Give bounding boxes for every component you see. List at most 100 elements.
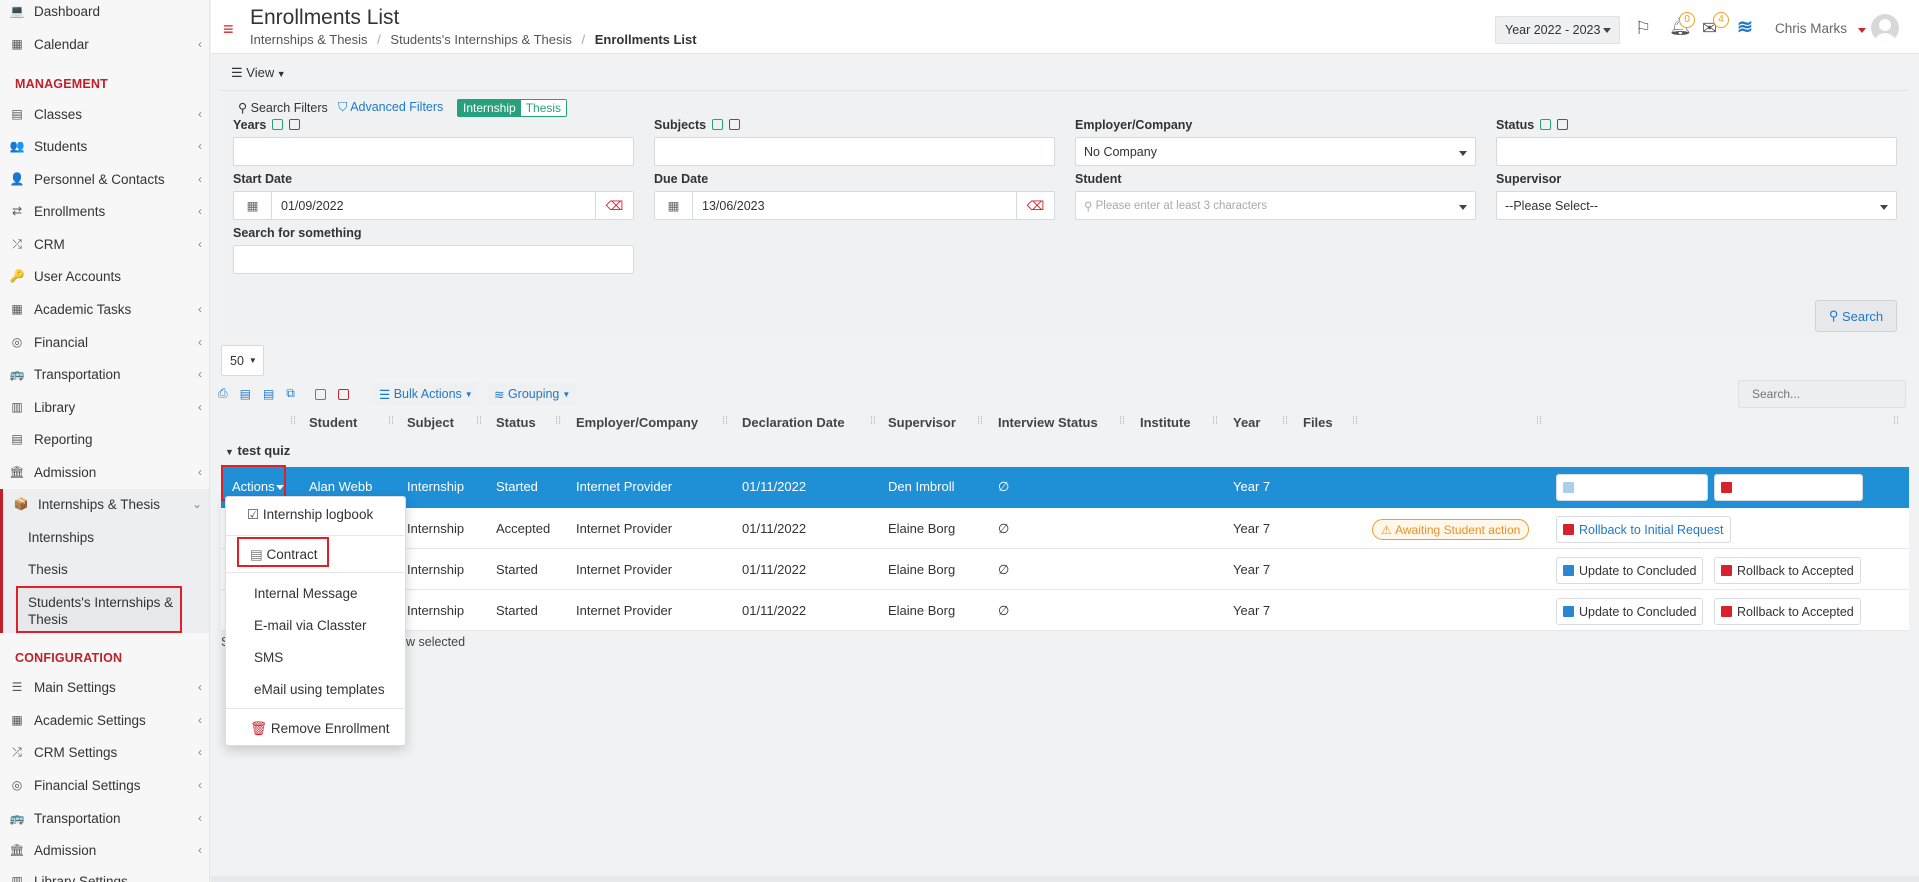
eraser-icon[interactable]: ⌫ xyxy=(1016,192,1054,219)
sidebar-item-classes[interactable]: ▤ Classes ‹ xyxy=(0,101,209,127)
grouping-button[interactable]: ≋ Grouping ▼ xyxy=(488,383,577,405)
rollback-accepted-button[interactable] xyxy=(1714,474,1863,501)
select-all-icon[interactable] xyxy=(314,389,326,400)
copy-icon[interactable]: ⧉ xyxy=(286,386,295,401)
sidebar-item-admission[interactable]: 🏛 Admission ‹ xyxy=(0,459,209,485)
bottom-scrollbar[interactable] xyxy=(211,876,1919,882)
sidebar-item-financial-settings[interactable]: ◎ Financial Settings ‹ xyxy=(0,772,209,798)
column-grip[interactable]: ⁞⁞ xyxy=(1536,415,1542,427)
sidebar-subitem-thesis[interactable]: Thesis xyxy=(28,562,68,577)
student-select[interactable]: ⚲ Please enter at least 3 characters xyxy=(1075,191,1476,220)
table-search-input[interactable] xyxy=(1738,380,1906,408)
sidebar-subitem-internships[interactable]: Internships xyxy=(28,530,94,545)
sidebar-item-user-accounts[interactable]: 🔑 User Accounts xyxy=(0,263,209,289)
column-grip[interactable]: ⁞⁞ xyxy=(1352,415,1358,427)
csv-icon[interactable]: ▤ xyxy=(240,387,251,401)
update-concluded-button[interactable] xyxy=(1556,474,1708,501)
print-icon[interactable]: ⎙ xyxy=(218,386,228,401)
layers-add-icon[interactable]: ≋ xyxy=(1737,16,1753,39)
avatar[interactable] xyxy=(1871,14,1899,42)
rollback-accepted-button[interactable]: Rollback to Accepted xyxy=(1714,557,1861,584)
column-employer[interactable]: Employer/Company xyxy=(576,415,698,430)
update-concluded-button[interactable]: Update to Concluded xyxy=(1556,598,1704,625)
sidebar-item-dashboard[interactable]: 💻 Dashboard xyxy=(0,0,209,24)
table-row[interactable]: Internship Accepted Internet Provider 01… xyxy=(221,508,1909,549)
rollback-accepted-button[interactable]: Rollback to Accepted xyxy=(1714,598,1861,625)
menu-item-remove-enrollment[interactable]: 🗑︎ Remove Enrollment xyxy=(250,721,389,737)
column-supervisor[interactable]: Supervisor xyxy=(888,415,956,430)
sidebar-item-financial[interactable]: ◎ Financial ‹ xyxy=(0,329,209,355)
search-button[interactable]: ⚲ Search xyxy=(1815,300,1897,332)
year-select[interactable]: Year 2022 - 2023 xyxy=(1495,16,1620,44)
group-header[interactable]: ▼ test quiz xyxy=(225,443,290,458)
toggle-internship[interactable]: Internship xyxy=(458,100,521,116)
clear-all-icon[interactable] xyxy=(1557,119,1569,130)
column-student[interactable]: Student xyxy=(309,415,357,430)
menu-item-email-classter[interactable]: E-mail via Classter xyxy=(254,618,367,633)
menu-item-internal-message[interactable]: Internal Message xyxy=(254,586,358,601)
flag-icon[interactable]: ⚐ xyxy=(1635,18,1651,39)
breadcrumb-item[interactable]: Students's Internships & Thesis xyxy=(390,32,571,47)
sidebar-item-reporting[interactable]: ▤ Reporting xyxy=(0,426,209,452)
menu-item-email-templates[interactable]: eMail using templates xyxy=(254,682,385,697)
column-grip[interactable]: ⁞⁞ xyxy=(388,415,394,427)
toggle-thesis[interactable]: Thesis xyxy=(520,100,567,116)
sidebar-item-academic-settings[interactable]: ▦ Academic Settings ‹ xyxy=(0,707,209,733)
sidebar-item-academic-tasks[interactable]: ▦ Academic Tasks ‹ xyxy=(0,296,209,322)
column-grip[interactable]: ⁞⁞ xyxy=(1893,415,1899,427)
bulk-actions-button[interactable]: ☰ Bulk Actions ▼ xyxy=(373,383,479,405)
column-declaration-date[interactable]: Declaration Date xyxy=(742,415,845,430)
sidebar-item-enrollments[interactable]: ⇄ Enrollments ‹ xyxy=(0,198,209,224)
column-grip[interactable]: ⁞⁞ xyxy=(476,415,482,427)
column-files[interactable]: Files xyxy=(1303,415,1333,430)
due-date-field[interactable]: ▦ 13/06/2023 ⌫ xyxy=(654,191,1055,220)
table-row[interactable]: Internship Started Internet Provider 01/… xyxy=(221,590,1909,631)
sidebar-item-crm[interactable]: ⤮ CRM ‹ xyxy=(0,231,209,257)
sidebar-item-transportation-settings[interactable]: 🚌 Transportation ‹ xyxy=(0,805,209,831)
clear-all-icon[interactable] xyxy=(729,119,741,130)
column-interview-status[interactable]: Interview Status xyxy=(998,415,1098,430)
sidebar-item-library-settings[interactable]: ▥ Library Settings xyxy=(0,868,209,882)
column-grip[interactable]: ⁞⁞ xyxy=(977,415,983,427)
update-concluded-button[interactable]: Update to Concluded xyxy=(1556,557,1704,584)
internship-thesis-toggle[interactable]: Internship Thesis xyxy=(457,99,568,117)
column-year[interactable]: Year xyxy=(1233,415,1260,430)
search-something-input[interactable] xyxy=(233,245,634,274)
column-grip[interactable]: ⁞⁞ xyxy=(290,415,296,427)
view-dropdown[interactable]: ☰ View ▼ xyxy=(231,65,286,81)
table-search-field[interactable] xyxy=(1739,381,1905,407)
search-filters-tab[interactable]: ⚲ Search Filters xyxy=(238,100,328,115)
sidebar-item-students[interactable]: 👥 Students ‹ xyxy=(0,133,209,159)
eraser-icon[interactable]: ⌫ xyxy=(595,192,633,219)
deselect-all-icon[interactable] xyxy=(337,389,349,400)
column-grip[interactable]: ⁞⁞ xyxy=(1212,415,1218,427)
sidebar-item-calendar[interactable]: ▦ Calendar ‹ xyxy=(0,31,209,57)
user-name[interactable]: Chris Marks xyxy=(1775,21,1847,36)
supervisor-select[interactable]: --Please Select-- xyxy=(1496,191,1897,220)
sidebar-item-admission-settings[interactable]: 🏛 Admission ‹ xyxy=(0,837,209,863)
check-all-icon[interactable] xyxy=(712,119,724,130)
rollback-initial-button[interactable]: Rollback to Initial Request xyxy=(1556,516,1731,543)
check-all-icon[interactable] xyxy=(1540,119,1552,130)
sidebar-item-transportation[interactable]: 🚌 Transportation ‹ xyxy=(0,361,209,387)
calendar-icon[interactable]: ▦ xyxy=(234,192,272,219)
menu-item-sms[interactable]: SMS xyxy=(254,650,283,665)
breadcrumb-item[interactable]: Internships & Thesis xyxy=(250,32,368,47)
column-grip[interactable]: ⁞⁞ xyxy=(1119,415,1125,427)
advanced-filters-tab[interactable]: ⛉ Advanced Filters xyxy=(338,100,443,115)
hamburger-icon[interactable]: ≡ xyxy=(223,20,234,38)
column-status[interactable]: Status xyxy=(496,415,536,430)
sidebar-item-internships-thesis[interactable]: 📦 Internships & Thesis ⌄ xyxy=(0,491,209,517)
column-subject[interactable]: Subject xyxy=(407,415,454,430)
sidebar-item-personnel[interactable]: 👤 Personnel & Contacts ‹ xyxy=(0,166,209,192)
sidebar-item-library[interactable]: ▥ Library ‹ xyxy=(0,394,209,420)
check-all-icon[interactable] xyxy=(272,119,284,130)
calendar-icon[interactable]: ▦ xyxy=(655,192,693,219)
sidebar-item-main-settings[interactable]: ☰ Main Settings ‹ xyxy=(0,674,209,700)
column-grip[interactable]: ⁞⁞ xyxy=(1282,415,1288,427)
subjects-input[interactable] xyxy=(654,137,1055,166)
menu-item-logbook[interactable]: ☑ Internship logbook xyxy=(247,507,373,523)
employer-select[interactable]: No Company xyxy=(1075,137,1476,166)
table-row[interactable]: Actions Alan Webb Internship Started Int… xyxy=(221,467,1909,508)
status-input[interactable] xyxy=(1496,137,1897,166)
